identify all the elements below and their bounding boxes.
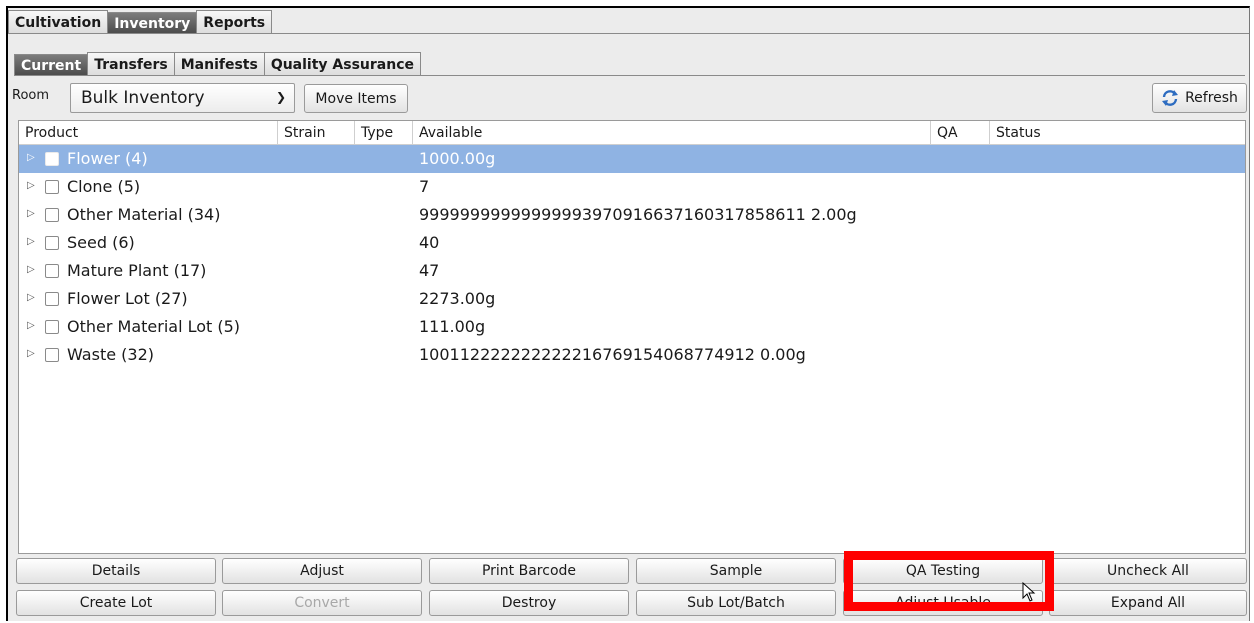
- product-cell: Flower (4): [67, 149, 148, 168]
- subtab-divider: [14, 75, 1245, 76]
- table-row[interactable]: ▷ Other Material Lot (5) 111.00g: [19, 313, 1245, 341]
- sample-button[interactable]: Sample: [636, 558, 836, 584]
- inventory-grid[interactable]: Product Strain Type Available QA Status …: [18, 120, 1246, 554]
- row-checkbox[interactable]: [45, 236, 59, 250]
- print-barcode-button[interactable]: Print Barcode: [429, 558, 629, 584]
- row-checkbox[interactable]: [45, 292, 59, 306]
- tab-reports[interactable]: Reports: [196, 10, 273, 34]
- expand-arrow-icon[interactable]: ▷: [27, 152, 35, 163]
- product-cell: Mature Plant (17): [67, 261, 207, 280]
- available-cell: 1000.00g: [419, 149, 496, 168]
- main-tab-bar: Cultivation Inventory Reports: [8, 8, 273, 34]
- row-checkbox[interactable]: [45, 264, 59, 278]
- tab-inventory[interactable]: Inventory: [107, 12, 198, 34]
- table-row[interactable]: ▷ Mature Plant (17) 47: [19, 257, 1245, 285]
- room-label: Room: [12, 88, 50, 103]
- sub-tab-bar: Current Transfers Manifests Quality Assu…: [14, 50, 421, 76]
- details-button[interactable]: Details: [16, 558, 216, 584]
- col-status[interactable]: Status: [989, 121, 1245, 145]
- expand-arrow-icon[interactable]: ▷: [27, 208, 35, 219]
- table-row[interactable]: ▷ Clone (5) 7: [19, 173, 1245, 201]
- row-checkbox[interactable]: [45, 320, 59, 334]
- table-row[interactable]: ▷ Flower Lot (27) 2273.00g: [19, 285, 1245, 313]
- create-lot-button[interactable]: Create Lot: [16, 590, 216, 616]
- tab-transfers[interactable]: Transfers: [87, 52, 175, 76]
- tab-quality-assurance[interactable]: Quality Assurance: [263, 52, 421, 76]
- expand-arrow-icon[interactable]: ▷: [27, 320, 35, 331]
- uncheck-all-button[interactable]: Uncheck All: [1049, 558, 1247, 584]
- row-checkbox[interactable]: [45, 348, 59, 362]
- col-product[interactable]: Product: [19, 121, 277, 145]
- refresh-label: Refresh: [1185, 90, 1238, 106]
- col-strain[interactable]: Strain: [277, 121, 354, 145]
- product-cell: Seed (6): [67, 233, 135, 252]
- refresh-icon: [1162, 90, 1179, 106]
- col-available[interactable]: Available: [412, 121, 930, 145]
- available-cell: 40: [419, 233, 440, 252]
- tab-cultivation[interactable]: Cultivation: [8, 10, 109, 34]
- product-cell: Flower Lot (27): [67, 289, 188, 308]
- product-cell: Waste (32): [67, 345, 154, 364]
- expand-arrow-icon[interactable]: ▷: [27, 348, 35, 359]
- grid-header: Product Strain Type Available QA Status: [19, 121, 1245, 145]
- refresh-button[interactable]: Refresh: [1152, 83, 1247, 113]
- app-window: Cultivation Inventory Reports Current Tr…: [6, 6, 1250, 621]
- col-qa[interactable]: QA: [930, 121, 989, 145]
- table-row[interactable]: ▷ Flower (4) 1000.00g: [19, 145, 1245, 173]
- table-row[interactable]: ▷ Seed (6) 40: [19, 229, 1245, 257]
- mouse-cursor-icon: [1022, 582, 1036, 602]
- available-cell: 111.00g: [419, 317, 486, 336]
- product-cell: Other Material Lot (5): [67, 317, 241, 336]
- adjust-usable-button[interactable]: Adjust Usable: [843, 590, 1043, 616]
- expand-arrow-icon[interactable]: ▷: [27, 180, 35, 191]
- room-select[interactable]: Bulk Inventory ❯: [70, 83, 295, 113]
- expand-arrow-icon[interactable]: ▷: [27, 236, 35, 247]
- chevron-down-icon: ❯: [275, 90, 286, 104]
- col-type[interactable]: Type: [354, 121, 412, 145]
- row-checkbox[interactable]: [45, 208, 59, 222]
- adjust-button[interactable]: Adjust: [222, 558, 422, 584]
- tab-current[interactable]: Current: [14, 54, 89, 76]
- expand-all-button[interactable]: Expand All: [1049, 590, 1247, 616]
- available-cell: 99999999999999993970916637160317858611 2…: [419, 205, 857, 224]
- convert-button: Convert: [222, 590, 422, 616]
- expand-arrow-icon[interactable]: ▷: [27, 292, 35, 303]
- room-select-value: Bulk Inventory: [81, 88, 205, 108]
- available-cell: 2273.00g: [419, 289, 496, 308]
- move-items-button[interactable]: Move Items: [304, 84, 408, 113]
- product-cell: Other Material (34): [67, 205, 221, 224]
- available-cell: 100112222222222216769154068774912 0.00g: [419, 345, 806, 364]
- tab-divider: [8, 33, 1249, 34]
- destroy-button[interactable]: Destroy: [429, 590, 629, 616]
- sub-lot-batch-button[interactable]: Sub Lot/Batch: [636, 590, 836, 616]
- expand-arrow-icon[interactable]: ▷: [27, 264, 35, 275]
- qa-testing-button[interactable]: QA Testing: [843, 558, 1043, 584]
- row-checkbox[interactable]: [45, 152, 59, 166]
- available-cell: 47: [419, 261, 440, 280]
- product-cell: Clone (5): [67, 177, 141, 196]
- table-row[interactable]: ▷ Waste (32) 100112222222222216769154068…: [19, 341, 1245, 369]
- table-row[interactable]: ▷ Other Material (34) 999999999999999939…: [19, 201, 1245, 229]
- row-checkbox[interactable]: [45, 180, 59, 194]
- available-cell: 7: [419, 177, 430, 196]
- tab-manifests[interactable]: Manifests: [173, 52, 265, 76]
